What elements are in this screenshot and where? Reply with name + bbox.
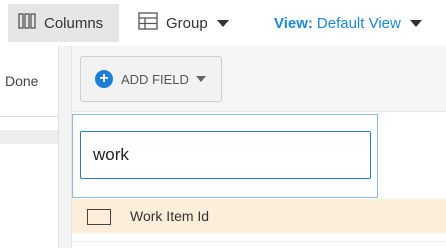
chevron-down-icon (195, 76, 206, 82)
columns-label: Columns (44, 14, 104, 32)
toolbar: Columns Group View: Default View (0, 0, 446, 46)
field-label: Work Item Id (130, 208, 210, 224)
field-search-popup (72, 114, 378, 198)
left-stripe (0, 130, 58, 144)
chevron-down-icon (216, 19, 229, 27)
divider-line (0, 116, 58, 117)
left-panel: Done (0, 46, 58, 248)
view-selector[interactable]: View: Default View (274, 4, 422, 42)
group-label: Group (166, 14, 208, 32)
view-value: Default View (316, 14, 401, 32)
view-prefix: View: (274, 14, 313, 32)
field-search-input[interactable] (80, 131, 371, 179)
columns-button[interactable]: Columns (8, 4, 119, 42)
list-item[interactable]: Work Item Id (72, 199, 446, 233)
panel-splitter[interactable] (58, 46, 72, 248)
chevron-down-icon (409, 19, 422, 27)
group-table-icon (138, 12, 158, 34)
field-checkbox[interactable] (87, 209, 111, 225)
add-field-label: ADD FIELD (121, 71, 189, 87)
plus-circle-icon: + (95, 70, 113, 88)
add-field-bar: + ADD FIELD (72, 46, 446, 112)
divider-line (72, 241, 446, 242)
columns-icon (18, 13, 36, 33)
field-chooser-panel: + ADD FIELD Work Item Id (72, 46, 446, 248)
add-field-button[interactable]: + ADD FIELD (80, 56, 222, 102)
group-button[interactable]: Group (138, 4, 229, 42)
done-button[interactable]: Done (5, 73, 38, 89)
